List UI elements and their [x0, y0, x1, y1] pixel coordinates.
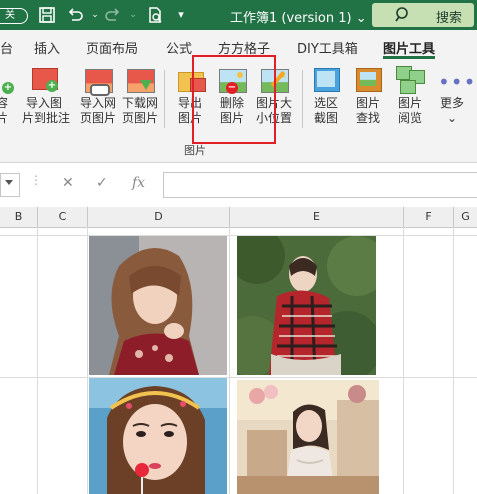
- drag-handle-icon[interactable]: ⋮: [30, 173, 42, 187]
- region-screenshot-button[interactable]: 选区 截图: [308, 66, 344, 126]
- print-preview-icon[interactable]: [146, 6, 164, 24]
- column-header-e[interactable]: E: [230, 207, 404, 227]
- active-tab-indicator: [383, 56, 435, 59]
- photo-portrait-2[interactable]: [237, 236, 376, 375]
- column-header-g[interactable]: G: [454, 207, 477, 227]
- picture-icon: +: [2, 82, 14, 94]
- photo-portrait-4[interactable]: [237, 380, 379, 494]
- chevron-down-icon: [5, 180, 13, 185]
- name-box-dropdown[interactable]: [0, 173, 20, 197]
- picture-find-icon: [354, 66, 382, 94]
- ribbon-separator: [302, 70, 303, 128]
- screenshot-icon: [312, 66, 340, 94]
- search-icon: [394, 6, 412, 24]
- photo-portrait-1[interactable]: [89, 236, 227, 375]
- title-bar: 关 ⌄ ⌄ ▾ 工作簿1 (version 1) ⌄ 搜索: [0, 0, 477, 30]
- web-picture-icon: [84, 66, 113, 96]
- window-title: 工作簿1 (version 1) ⌄: [230, 11, 367, 26]
- formula-input[interactable]: [163, 172, 477, 198]
- tab-insert[interactable]: 插入: [34, 38, 60, 57]
- tab-page-layout[interactable]: 页面布局: [86, 38, 138, 57]
- save-icon[interactable]: [38, 6, 56, 24]
- column-headers: B C D E F G: [0, 207, 477, 228]
- redo-dropdown-icon[interactable]: ⌄: [124, 6, 142, 24]
- download-web-picture-button[interactable]: 下载网 页图片: [122, 66, 158, 126]
- column-header-b[interactable]: B: [0, 207, 38, 227]
- partial-button[interactable]: + 容 片: [0, 66, 20, 126]
- autosave-toggle[interactable]: 关: [0, 8, 28, 24]
- photo-portrait-3[interactable]: [89, 378, 227, 494]
- download-picture-icon: [126, 66, 155, 94]
- formula-bar: ⋮ ✕ ✓ fx: [0, 163, 477, 208]
- insert-function-icon[interactable]: fx: [132, 175, 145, 191]
- worksheet-grid[interactable]: [0, 227, 477, 494]
- enter-icon[interactable]: ✓: [96, 175, 108, 191]
- tab-diy-toolbox[interactable]: DIY工具箱: [297, 38, 358, 57]
- group-label-pictures: 图片: [184, 144, 206, 157]
- undo-icon[interactable]: [66, 6, 84, 24]
- tab-partial[interactable]: 台: [0, 38, 13, 57]
- column-header-c[interactable]: C: [38, 207, 88, 227]
- undo-dropdown-icon[interactable]: ⌄: [86, 6, 104, 24]
- picture-viewer-button[interactable]: 图片 阅览: [392, 66, 428, 126]
- ribbon-separator: [164, 70, 165, 128]
- search-box[interactable]: 搜索: [372, 3, 474, 27]
- picture-viewer-icon: [396, 66, 425, 94]
- more-dots-icon: •••: [438, 70, 477, 94]
- import-picture-to-comment-button[interactable]: + 导入图 片到批注: [22, 66, 70, 126]
- highlight-box: [192, 55, 276, 144]
- tab-formulas[interactable]: 公式: [166, 38, 192, 57]
- import-web-picture-button[interactable]: 导入网 页图片: [80, 66, 116, 126]
- cancel-icon[interactable]: ✕: [62, 175, 74, 191]
- picture-find-button[interactable]: 图片 查找: [350, 66, 386, 126]
- search-label: 搜索: [436, 11, 463, 26]
- column-header-f[interactable]: F: [404, 207, 454, 227]
- redo-icon[interactable]: [104, 6, 122, 24]
- comment-picture-icon: +: [30, 66, 58, 94]
- more-button[interactable]: ••• 更多 ⌄: [434, 66, 477, 126]
- tab-picture-tools[interactable]: 图片工具: [383, 38, 435, 57]
- column-header-d[interactable]: D: [88, 207, 230, 227]
- customize-toolbar-icon[interactable]: ▾: [172, 6, 190, 24]
